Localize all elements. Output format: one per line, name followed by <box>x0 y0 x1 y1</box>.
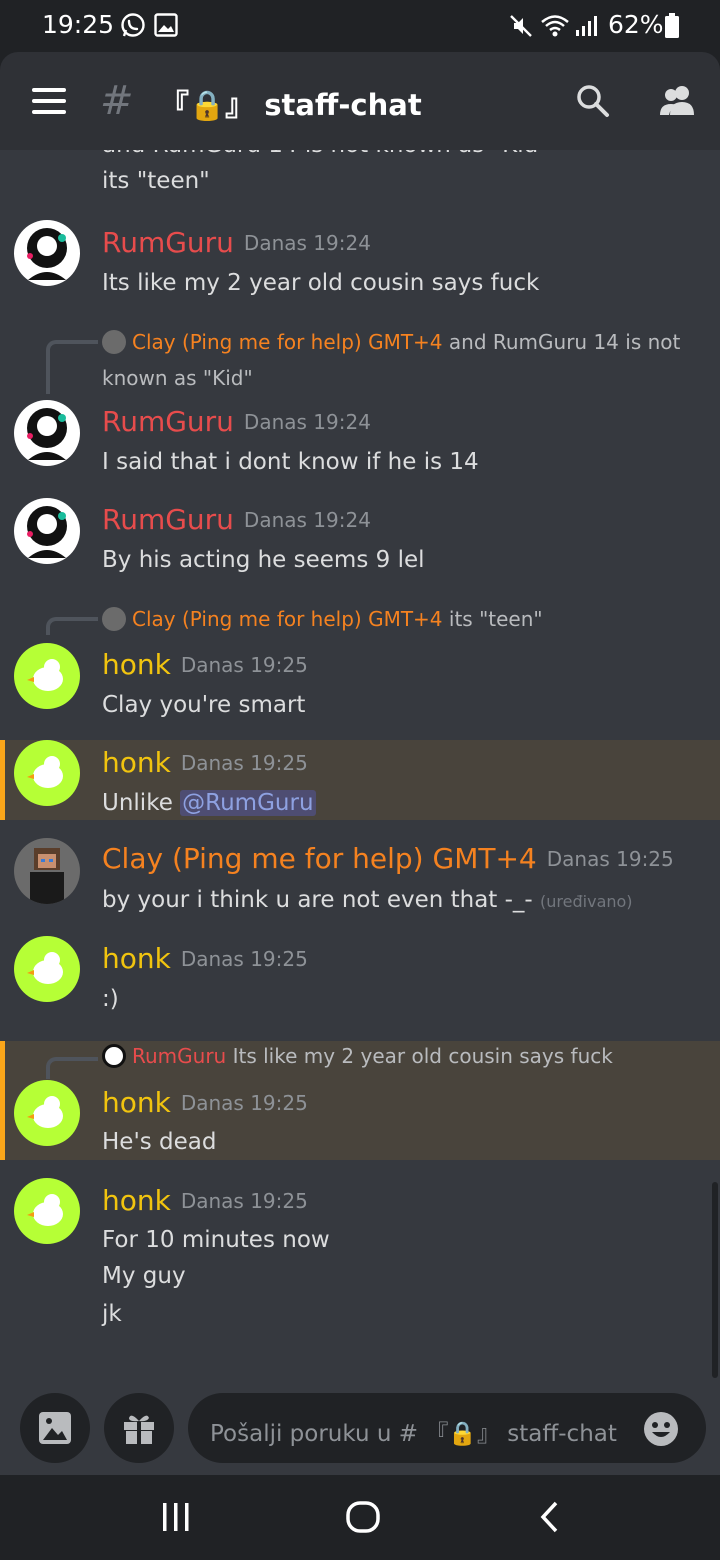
message-author[interactable]: honk Danas 19:25 <box>102 1184 308 1217</box>
message-timestamp: Danas 19:25 <box>180 947 308 971</box>
message-text-part: by your i think u are not even that -_- <box>102 887 533 913</box>
author-name[interactable]: honk <box>102 942 171 975</box>
message-author[interactable]: honk Danas 19:25 <box>102 1086 308 1119</box>
gift-button[interactable] <box>104 1393 174 1463</box>
message-text: By his acting he seems 9 lel <box>102 547 425 573</box>
edited-label: (uređivano) <box>540 892 633 911</box>
message-author[interactable]: honk Danas 19:25 <box>102 942 308 975</box>
image-button[interactable] <box>20 1393 90 1463</box>
message-timestamp: Danas 19:25 <box>180 1091 308 1115</box>
avatar[interactable] <box>14 936 80 1002</box>
user-mention[interactable]: @RumGuru <box>180 790 316 816</box>
message-text: its "teen" <box>102 168 210 194</box>
back-icon[interactable] <box>536 1499 564 1535</box>
message-author[interactable]: RumGuru Danas 19:24 <box>102 405 371 438</box>
message-timestamp: Danas 19:25 <box>180 751 308 775</box>
reply-avatar <box>102 330 126 354</box>
home-icon[interactable] <box>344 1499 382 1535</box>
message-timestamp: Danas 19:24 <box>243 508 371 532</box>
wifi-icon <box>541 15 569 37</box>
header-panel: # 『🔒』 staff-chat <box>0 52 720 150</box>
author-name[interactable]: honk <box>102 1086 171 1119</box>
reply-preview[interactable]: RumGuru Its like my 2 year old cousin sa… <box>102 1044 613 1068</box>
reply-preview[interactable]: Clay (Ping me for help) GMT+4 and RumGur… <box>102 330 680 354</box>
message-text: I said that i dont know if he is 14 <box>102 449 479 475</box>
avatar[interactable] <box>14 498 80 564</box>
message-timestamp: Danas 19:25 <box>180 1189 308 1213</box>
reply-preview[interactable]: Clay (Ping me for help) GMT+4 its "teen" <box>102 607 543 631</box>
message-composer: Pošalji poruku u # 『🔒』 staff-chat <box>0 1385 720 1475</box>
avatar[interactable] <box>14 1178 80 1244</box>
reply-text: its "teen" <box>448 607 543 631</box>
avatar[interactable] <box>14 643 80 709</box>
message-author[interactable]: honk Danas 19:25 <box>102 746 308 779</box>
author-name[interactable]: RumGuru <box>102 405 234 438</box>
message-author[interactable]: honk Danas 19:25 <box>102 648 308 681</box>
gallery-icon <box>154 13 178 37</box>
avatar[interactable] <box>14 838 80 904</box>
message-text: by your i think u are not even that -_- … <box>102 887 633 913</box>
message-text: Clay you're smart <box>102 692 306 718</box>
recents-icon[interactable] <box>160 1499 192 1535</box>
message-text: :) <box>102 986 119 1012</box>
message-timestamp: Danas 19:24 <box>243 231 371 255</box>
message-text: Unlike @RumGuru <box>102 790 316 816</box>
message-text: My guy <box>102 1263 186 1289</box>
reply-spine <box>46 340 98 394</box>
channel-title: 『🔒』 staff-chat <box>160 88 422 122</box>
emoji-icon[interactable] <box>642 1410 680 1448</box>
author-name[interactable]: RumGuru <box>102 226 234 259</box>
status-bar: 19:25 62% <box>0 0 720 52</box>
members-icon[interactable] <box>656 82 700 120</box>
channel-header: # 『🔒』 staff-chat <box>0 52 720 150</box>
image-icon <box>39 1412 71 1444</box>
hash-icon: # <box>100 78 134 124</box>
avatar[interactable] <box>14 740 80 806</box>
message-text: For 10 minutes now <box>102 1227 330 1253</box>
author-name[interactable]: honk <box>102 1184 171 1217</box>
message-list[interactable]: and RumGuru 14 is not known as "Kid" its… <box>0 150 720 1385</box>
avatar[interactable] <box>14 400 80 466</box>
gift-icon <box>124 1415 154 1444</box>
avatar[interactable] <box>14 220 80 286</box>
message-text: and RumGuru 14 is not known as "Kid" <box>102 150 549 158</box>
status-time: 19:25 <box>42 10 115 39</box>
reply-text: Its like my 2 year old cousin says fuck <box>232 1044 613 1068</box>
signal-icon <box>576 16 597 36</box>
avatar[interactable] <box>14 1080 80 1146</box>
author-name[interactable]: honk <box>102 648 171 681</box>
reply-author[interactable]: RumGuru <box>132 1044 226 1068</box>
reply-spine <box>46 1057 98 1079</box>
author-name[interactable]: RumGuru <box>102 503 234 536</box>
battery-level: 62% <box>608 10 664 39</box>
reply-author[interactable]: Clay (Ping me for help) GMT+4 <box>132 330 443 354</box>
mute-icon <box>510 15 532 37</box>
message-timestamp: Danas 19:25 <box>546 847 674 871</box>
reply-avatar <box>102 1044 126 1068</box>
message-author[interactable]: RumGuru Danas 19:24 <box>102 226 371 259</box>
message-text: jk <box>102 1301 122 1327</box>
message-text-part: Unlike <box>102 790 181 816</box>
reply-avatar <box>102 607 126 631</box>
battery-icon <box>665 13 679 38</box>
search-icon[interactable] <box>574 82 612 120</box>
reply-text-cont: known as "Kid" <box>102 366 253 390</box>
message-text: Its like my 2 year old cousin says fuck <box>102 270 540 296</box>
author-name[interactable]: honk <box>102 746 171 779</box>
message-timestamp: Danas 19:24 <box>243 410 371 434</box>
message-author[interactable]: RumGuru Danas 19:24 <box>102 503 371 536</box>
message-author[interactable]: Clay (Ping me for help) GMT+4 Danas 19:25 <box>102 842 674 875</box>
menu-icon[interactable] <box>32 88 66 114</box>
message-timestamp: Danas 19:25 <box>180 653 308 677</box>
message-input-placeholder: Pošalji poruku u # 『🔒』 staff-chat <box>210 1421 617 1447</box>
system-nav-bar <box>0 1475 720 1560</box>
scrollbar[interactable] <box>712 1182 718 1378</box>
reply-spine <box>46 617 98 635</box>
message-text: He's dead <box>102 1129 217 1155</box>
reply-author[interactable]: Clay (Ping me for help) GMT+4 <box>132 607 443 631</box>
message-input[interactable]: Pošalji poruku u # 『🔒』 staff-chat <box>188 1393 706 1463</box>
reply-text: and RumGuru 14 is not <box>448 330 681 354</box>
whatsapp-icon <box>121 13 145 37</box>
author-name[interactable]: Clay (Ping me for help) GMT+4 <box>102 842 537 875</box>
